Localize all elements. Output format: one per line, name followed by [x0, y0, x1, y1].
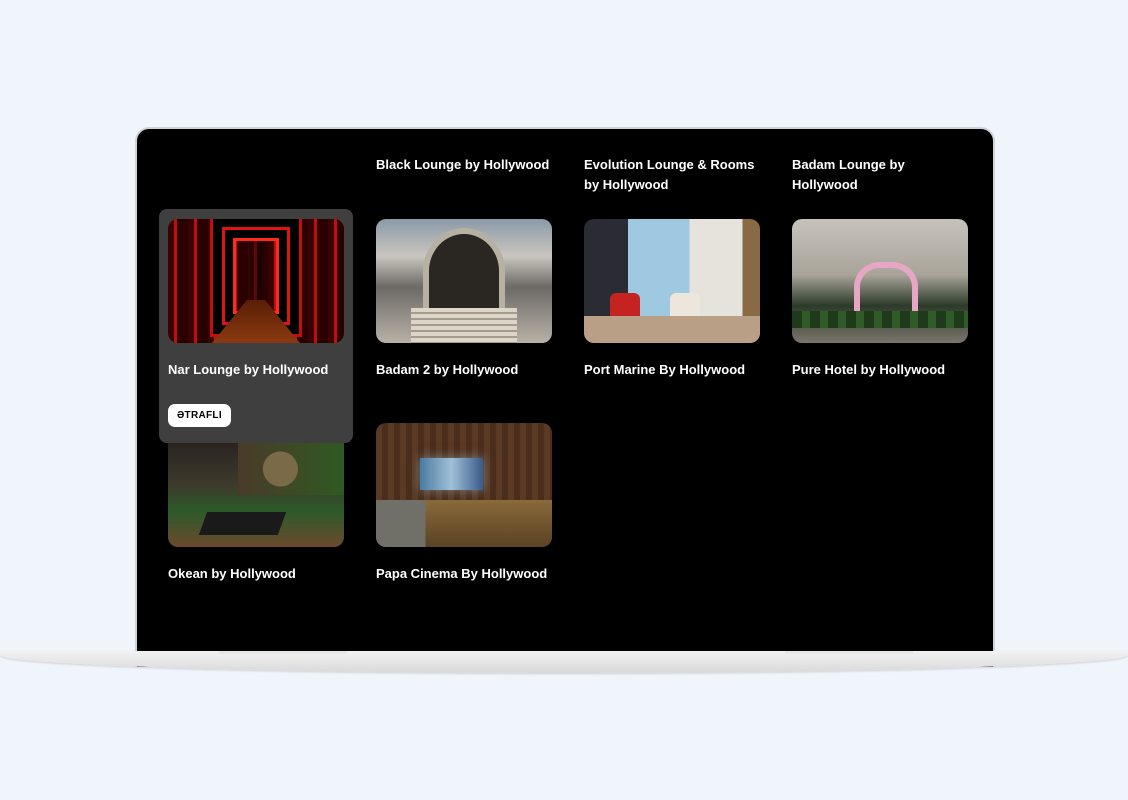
venue-grid: Black Lounge by Hollywood Evolution Loun…	[137, 129, 993, 667]
venue-thumbnail[interactable]	[376, 219, 552, 343]
venue-card-evolution-lounge[interactable]: Evolution Lounge & Rooms by Hollywood	[575, 145, 769, 205]
venue-card-badam-lounge[interactable]: Badam Lounge by Hollywood	[783, 145, 977, 205]
laptop-screen: Black Lounge by Hollywood Evolution Loun…	[137, 129, 993, 667]
laptop-base-notch	[785, 651, 913, 654]
venue-thumbnail[interactable]	[376, 423, 552, 547]
venue-card-pure-hotel[interactable]: Pure Hotel by Hollywood	[783, 209, 977, 390]
venue-title[interactable]: Evolution Lounge & Rooms by Hollywood	[584, 155, 764, 195]
venue-title[interactable]: Pure Hotel by Hollywood	[792, 360, 972, 380]
venue-card-badam-2[interactable]: Badam 2 by Hollywood	[367, 209, 561, 390]
laptop-frame: Black Lounge by Hollywood Evolution Loun…	[135, 127, 995, 667]
venue-title[interactable]: Black Lounge by Hollywood	[376, 155, 556, 175]
venue-title[interactable]: Nar Lounge by Hollywood	[168, 360, 348, 380]
venue-thumbnail[interactable]	[168, 219, 344, 343]
venue-thumbnail[interactable]	[168, 443, 344, 547]
venue-title[interactable]: Badam Lounge by Hollywood	[792, 155, 972, 195]
venue-title[interactable]: Badam 2 by Hollywood	[376, 360, 556, 380]
venue-title[interactable]: Okean by Hollywood	[168, 564, 348, 584]
venue-card-port-marine[interactable]: Port Marine By Hollywood	[575, 209, 769, 390]
laptop-base	[0, 651, 1128, 673]
venue-card-nar-lounge[interactable]: Nar Lounge by Hollywood ƏTRAFLI	[159, 209, 353, 443]
venue-card-papa-cinema[interactable]: Papa Cinema By Hollywood	[367, 413, 561, 594]
venue-thumbnail[interactable]	[792, 219, 968, 343]
laptop-base-notch	[218, 651, 346, 654]
venue-card-okean[interactable]: Okean by Hollywood	[159, 413, 353, 594]
venue-title[interactable]: Papa Cinema By Hollywood	[376, 564, 556, 584]
venue-title[interactable]: Port Marine By Hollywood	[584, 360, 764, 380]
venue-thumbnail[interactable]	[584, 219, 760, 343]
venue-card-black-lounge[interactable]: Black Lounge by Hollywood	[367, 145, 561, 185]
